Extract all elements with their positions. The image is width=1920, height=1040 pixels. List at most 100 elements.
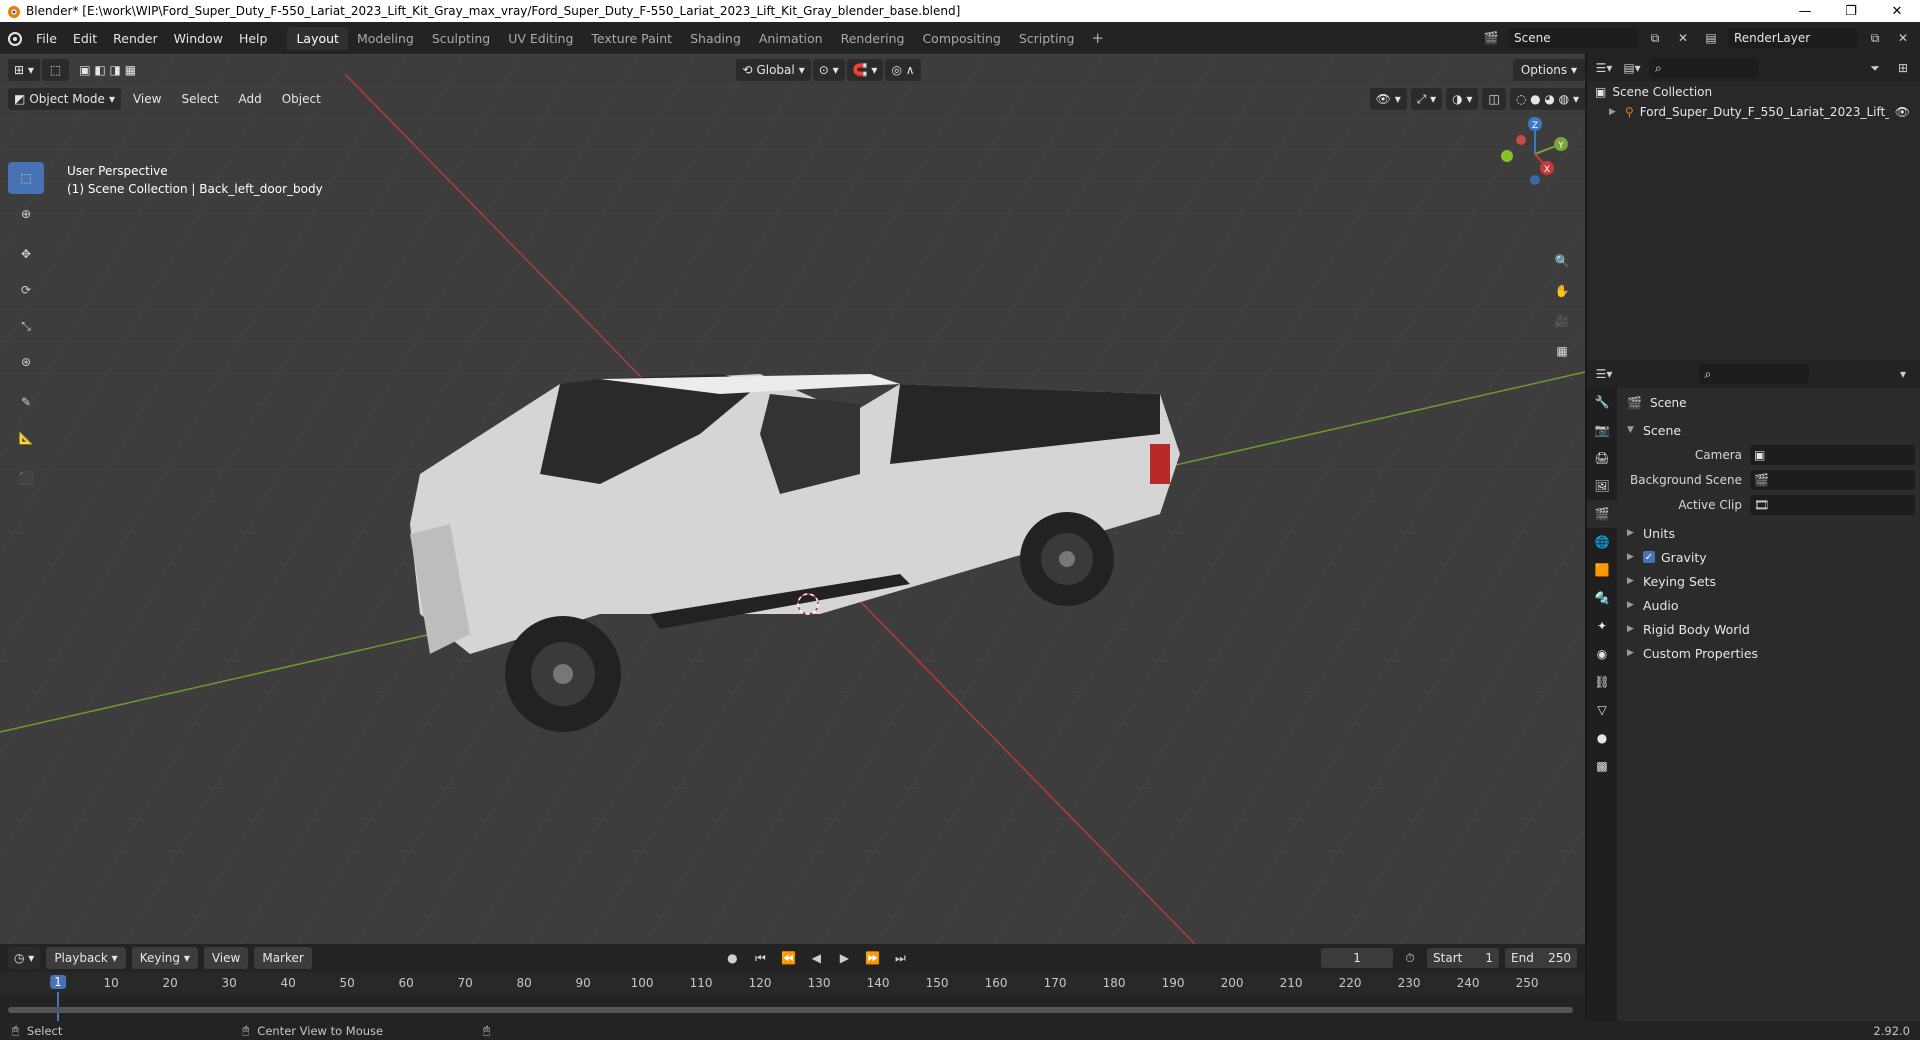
delete-scene-icon[interactable]: ✕ [1672,28,1694,48]
add-cube-tool-icon[interactable]: ⬛ [8,462,44,494]
timeline-ruler[interactable]: 1 10 20 30 40 50 60 70 80 90 100 110 120 130 140 150 16… [0,972,1585,1022]
proportional-icon[interactable]: ◎ ∧ [885,59,921,81]
move-tool-icon[interactable]: ✥ [8,238,44,270]
select-box-icon[interactable]: ⬚ [41,59,70,81]
tab-layout[interactable]: Layout [287,26,348,50]
snap-icon[interactable]: 🧲 ▾ [846,59,884,81]
tab-modeling[interactable]: Modeling [348,27,423,50]
renderlayer-field[interactable]: RenderLayer [1728,28,1858,48]
scene-tab-icon[interactable]: 🎬 [1587,500,1617,528]
world-tab-icon[interactable]: 🌐 [1587,528,1617,556]
grid-perspective-icon[interactable]: ▦ [1548,336,1576,366]
object-tab-icon[interactable]: 🟧 [1587,556,1617,584]
properties-editor-icon[interactable]: ☰▾ [1593,364,1615,384]
rotate-tool-icon[interactable]: ⟳ [8,274,44,306]
new-scene-icon[interactable]: ⧉ [1644,28,1666,48]
play-icon[interactable]: ▶ [833,948,855,968]
pan-hand-icon[interactable]: ✋ [1548,276,1576,306]
view-layer-tab-icon[interactable]: 🖼 [1587,472,1617,500]
properties-options-icon[interactable]: ▾ [1892,364,1914,384]
xray-icon[interactable]: ◫ [1482,88,1506,110]
end-frame-field[interactable]: End 250 [1505,948,1578,968]
outliner-editor-icon[interactable]: ☰▾ [1593,58,1615,78]
tab-shading[interactable]: Shading [681,27,750,50]
active-clip-field[interactable]: 🎞 [1750,494,1915,515]
expand-chevron-icon[interactable]: ▶ [1609,107,1619,117]
clock-icon[interactable]: ⏱ [1399,948,1421,968]
data-tab-icon[interactable]: ▽ [1587,696,1617,724]
measure-tool-icon[interactable]: 📐 [8,422,44,454]
editor-type-icon[interactable]: ⊞ ▾ [8,59,40,81]
next-keyframe-icon[interactable]: ⏩ [861,948,883,968]
menu-edit[interactable]: Edit [65,31,105,46]
menu-object[interactable]: Object [273,88,329,110]
transform-orientation[interactable]: ⟲ Global ▾ [736,59,811,81]
units-panel[interactable]: ▶ Units [1619,521,1920,545]
tab-animation[interactable]: Animation [750,27,832,50]
scene-section-header[interactable]: ▼ Scene [1619,418,1920,442]
menu-view[interactable]: View [124,88,170,110]
play-reverse-icon[interactable]: ◀ [805,948,827,968]
menu-timeline-view[interactable]: View [203,947,249,969]
tab-rendering[interactable]: Rendering [832,27,914,50]
constraints-tab-icon[interactable]: ⛓ [1587,668,1617,696]
visibility-icon[interactable]: 👁 ▾ [1369,88,1407,110]
current-frame-badge[interactable]: 1 [50,975,66,989]
menu-select[interactable]: Select [173,88,227,110]
texture-tab-icon[interactable]: ▩ [1587,752,1617,780]
pivot-icon[interactable]: ⊙ ▾ [812,59,845,81]
shading-modes[interactable]: ◌ ● ◕ ◍ ▾ [1509,88,1585,110]
add-workspace-icon[interactable]: + [1083,29,1112,47]
particles-tab-icon[interactable]: ✦ [1587,612,1617,640]
current-frame-field[interactable]: 1 [1321,948,1394,968]
tab-uv-editing[interactable]: UV Editing [499,27,582,50]
keying-sets-panel[interactable]: ▶ Keying Sets [1619,569,1920,593]
camera-view-icon[interactable]: 🎥 [1548,306,1576,336]
outliner-row-ford[interactable]: ▶ ⚲ Ford_Super_Duty_F_550_Lariat_2023_Li… [1587,102,1920,122]
output-tab-icon[interactable]: 🖨 [1587,444,1617,472]
material-tab-icon[interactable]: ● [1587,724,1617,752]
scene-browse-icon[interactable]: 🎬 [1480,28,1502,48]
scale-tool-icon[interactable]: ⤡ [8,310,44,342]
options-dropdown[interactable]: Options ▾ [1512,59,1585,81]
cursor-tool-icon[interactable]: ⊕ [8,198,44,230]
overlay-toggle-icon[interactable]: ◑ ▾ [1446,88,1479,110]
menu-playback[interactable]: Playback ▾ [46,947,126,969]
properties-search-input[interactable]: ⌕ [1698,364,1809,384]
minimize-button[interactable]: — [1782,0,1828,22]
filter-icon[interactable]: ⏷ [1864,58,1886,78]
custom-properties-panel[interactable]: ▶ Custom Properties [1619,641,1920,665]
menu-marker[interactable]: Marker [254,947,312,969]
tool-tab-icon[interactable]: 🔧 [1587,388,1617,416]
jump-start-icon[interactable]: ⏮ [749,948,771,968]
display-mode-icon[interactable]: ▤▾ [1621,58,1643,78]
close-button[interactable]: ✕ [1874,0,1920,22]
outliner-row-scene-collection[interactable]: ▣ Scene Collection [1587,82,1920,102]
visibility-eye-icon[interactable]: 👁 [1895,105,1920,119]
modifier-tab-icon[interactable]: 🔩 [1587,584,1617,612]
camera-field[interactable]: ▣ [1750,444,1915,465]
rigid-body-world-panel[interactable]: ▶ Rigid Body World [1619,617,1920,641]
prev-keyframe-icon[interactable]: ⏪ [777,948,799,968]
menu-keying[interactable]: Keying ▾ [131,947,198,969]
gravity-checkbox[interactable]: ✓ [1643,551,1655,563]
menu-add[interactable]: Add [230,88,270,110]
background-scene-field[interactable]: 🎬 [1750,469,1915,490]
menu-help[interactable]: Help [231,31,276,46]
gravity-panel[interactable]: ▶ ✓ Gravity [1619,545,1920,569]
annotate-tool-icon[interactable]: ✎ [8,386,44,418]
selection-modes[interactable]: ▣ ◧ ◨ ▦ [71,59,145,81]
render-tab-icon[interactable]: 📷 [1587,416,1617,444]
new-collection-icon[interactable]: ⊞ [1892,58,1914,78]
start-frame-field[interactable]: Start 1 [1427,948,1500,968]
jump-end-icon[interactable]: ⏭ [889,948,911,968]
tab-compositing[interactable]: Compositing [913,27,1009,50]
tab-texture-paint[interactable]: Texture Paint [582,27,681,50]
3d-viewport[interactable]: ⊞ ▾ ⬚ ▣ ◧ ◨ ▦ ⟲ Global ▾ ⊙ ▾ 🧲 ▾ ◎ ∧ Opt… [0,54,1585,944]
audio-panel[interactable]: ▶ Audio [1619,593,1920,617]
transform-tool-icon[interactable]: ⊛ [8,346,44,378]
menu-render[interactable]: Render [105,31,166,46]
outliner-search-input[interactable]: ⌕ [1649,58,1759,78]
timeline-editor-icon[interactable]: ◷ ▾ [8,947,41,969]
tab-scripting[interactable]: Scripting [1010,27,1084,50]
